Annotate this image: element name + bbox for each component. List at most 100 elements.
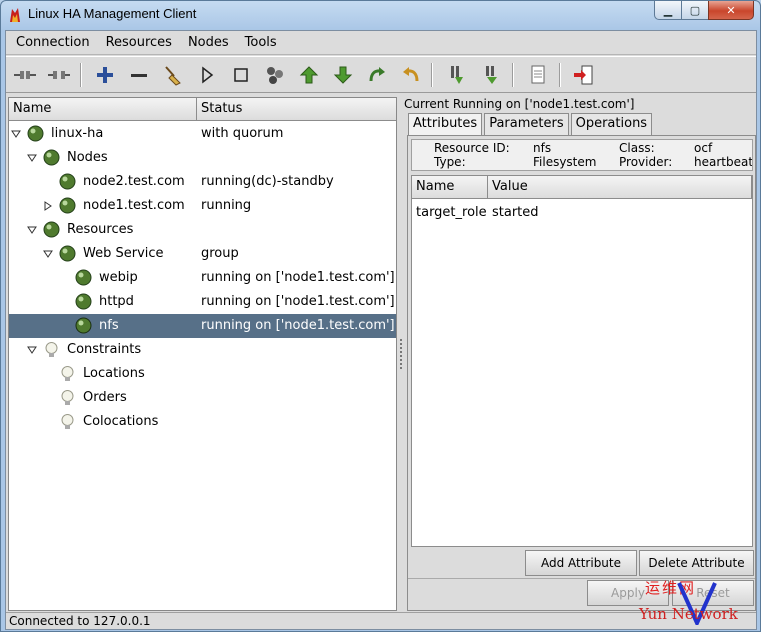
connect-button[interactable] (11, 61, 39, 89)
class-value: ocf (694, 141, 713, 155)
active-button[interactable] (477, 61, 505, 89)
resource-info: Resource ID: nfs Class: ocf Type: Filesy… (411, 139, 753, 171)
tree-row-node1[interactable]: node1.test.com running (9, 194, 396, 218)
tab-operations[interactable]: Operations (570, 113, 653, 135)
cleanup-button[interactable] (159, 61, 187, 89)
tree-status: group (201, 246, 239, 261)
title-bar[interactable]: Linux HA Management Client ▁ ▢ ✕ (1, 1, 760, 29)
status-column-header[interactable]: Status (197, 98, 396, 121)
undo-icon (403, 67, 419, 82)
tab-parameters[interactable]: Parameters (484, 113, 569, 135)
redo-button[interactable] (363, 61, 391, 89)
tree-row-colocations[interactable]: Colocations (9, 410, 396, 434)
exit-button[interactable] (569, 61, 597, 89)
standby-button[interactable] (443, 61, 471, 89)
start-button[interactable] (193, 61, 221, 89)
green-status-icon (75, 293, 92, 310)
add-button[interactable] (91, 61, 119, 89)
maximize-icon: ▢ (689, 3, 701, 17)
green-status-icon (43, 149, 60, 166)
main-frame: Connection Resources Nodes Tools Name St… (5, 30, 757, 630)
expand-down-icon[interactable] (43, 249, 53, 259)
attr-value: started (492, 205, 539, 220)
reset-button[interactable]: Reset (672, 580, 754, 606)
expand-down-icon[interactable] (27, 225, 37, 235)
maximize-button[interactable]: ▢ (681, 1, 708, 20)
tree-row-resources[interactable]: Resources (9, 218, 396, 242)
attr-value-column-header[interactable]: Value (488, 176, 752, 199)
detail-title: Current Running on ['node1.test.com'] (404, 97, 635, 111)
tree-label: nfs (99, 318, 119, 333)
view-log-button[interactable] (524, 61, 552, 89)
detail-tabs: Attributes Parameters Operations (408, 113, 654, 136)
delete-attribute-button[interactable]: Delete Attribute (639, 550, 754, 576)
menu-tools[interactable]: Tools (235, 35, 283, 50)
start-icon (202, 66, 214, 84)
tree-row-nfs[interactable]: nfs running on ['node1.test.com'] (9, 314, 396, 338)
move-down-button[interactable] (329, 61, 357, 89)
move-up-button[interactable] (295, 61, 323, 89)
expand-right-icon[interactable] (43, 201, 53, 211)
tree-row-locations[interactable]: Locations (9, 362, 396, 386)
tree-row-constraints[interactable]: Constraints (9, 338, 396, 362)
tree-status: running(dc)-standby (201, 174, 334, 189)
expand-down-icon[interactable] (27, 345, 37, 355)
window-controls: ▁ ▢ ✕ (654, 1, 754, 20)
add-attribute-button[interactable]: Add Attribute (525, 550, 637, 576)
detail-pane: Current Running on ['node1.test.com'] At… (404, 97, 756, 611)
tree-label: Orders (83, 390, 127, 405)
tree-row-web-service[interactable]: Web Service group (9, 242, 396, 266)
tree-row-linux-ha[interactable]: linux-ha with quorum (9, 122, 396, 146)
tree-row-node2[interactable]: node2.test.com running(dc)-standby (9, 170, 396, 194)
tree-label: Nodes (67, 150, 108, 165)
resource-id-label: Resource ID: (434, 141, 510, 155)
tree-label: webip (99, 270, 138, 285)
active-icon (486, 66, 497, 84)
menu-nodes[interactable]: Nodes (178, 35, 235, 50)
toolbar (6, 56, 756, 93)
log-icon (531, 65, 545, 84)
menu-connection[interactable]: Connection (6, 35, 96, 50)
stop-button[interactable] (227, 61, 255, 89)
tree-status: running on ['node1.test.com'] (201, 294, 395, 309)
attr-name-column-header[interactable]: Name (412, 176, 488, 199)
tree-label: Web Service (83, 246, 164, 261)
green-status-icon (75, 317, 92, 334)
lightbulb-icon (61, 366, 74, 381)
apply-button[interactable]: Apply (587, 580, 669, 606)
lightbulb-icon (61, 390, 74, 405)
tree-row-nodes[interactable]: Nodes (9, 146, 396, 170)
tree-row-webip[interactable]: webip running on ['node1.test.com'] (9, 266, 396, 290)
green-status-icon (59, 173, 76, 190)
down-icon (333, 66, 353, 84)
tree-label: linux-ha (51, 126, 104, 141)
type-label: Type: (434, 155, 466, 169)
exit-icon (574, 65, 593, 85)
name-column-header[interactable]: Name (9, 98, 197, 121)
minimize-button[interactable]: ▁ (654, 1, 681, 20)
tab-attributes[interactable]: Attributes (408, 113, 483, 136)
menu-resources[interactable]: Resources (96, 35, 178, 50)
standby-icon (451, 66, 463, 84)
tree-row-httpd[interactable]: httpd running on ['node1.test.com'] (9, 290, 396, 314)
lightbulb-icon (61, 414, 74, 429)
resource-id-value: nfs (533, 141, 552, 155)
tree-label: node1.test.com (83, 198, 185, 213)
workflow-button[interactable] (261, 61, 289, 89)
disconnect-button[interactable] (45, 61, 73, 89)
attributes-table[interactable]: Name Value target_role started (411, 175, 753, 547)
resource-tree[interactable]: Name Status linux-ha with quorum Nodes n… (8, 97, 397, 611)
expand-down-icon[interactable] (27, 153, 37, 163)
provider-label: Provider: (619, 155, 673, 169)
remove-button[interactable] (125, 61, 153, 89)
tree-row-orders[interactable]: Orders (9, 386, 396, 410)
close-button[interactable]: ✕ (708, 1, 754, 20)
table-row[interactable]: target_role started (412, 202, 752, 224)
green-status-icon (43, 221, 60, 238)
undo-button[interactable] (397, 61, 425, 89)
stop-icon (234, 68, 248, 82)
expand-down-icon[interactable] (11, 129, 21, 139)
attributes-table-header: Name Value (412, 176, 752, 199)
green-status-icon (59, 245, 76, 262)
type-value: Filesystem (533, 155, 597, 169)
